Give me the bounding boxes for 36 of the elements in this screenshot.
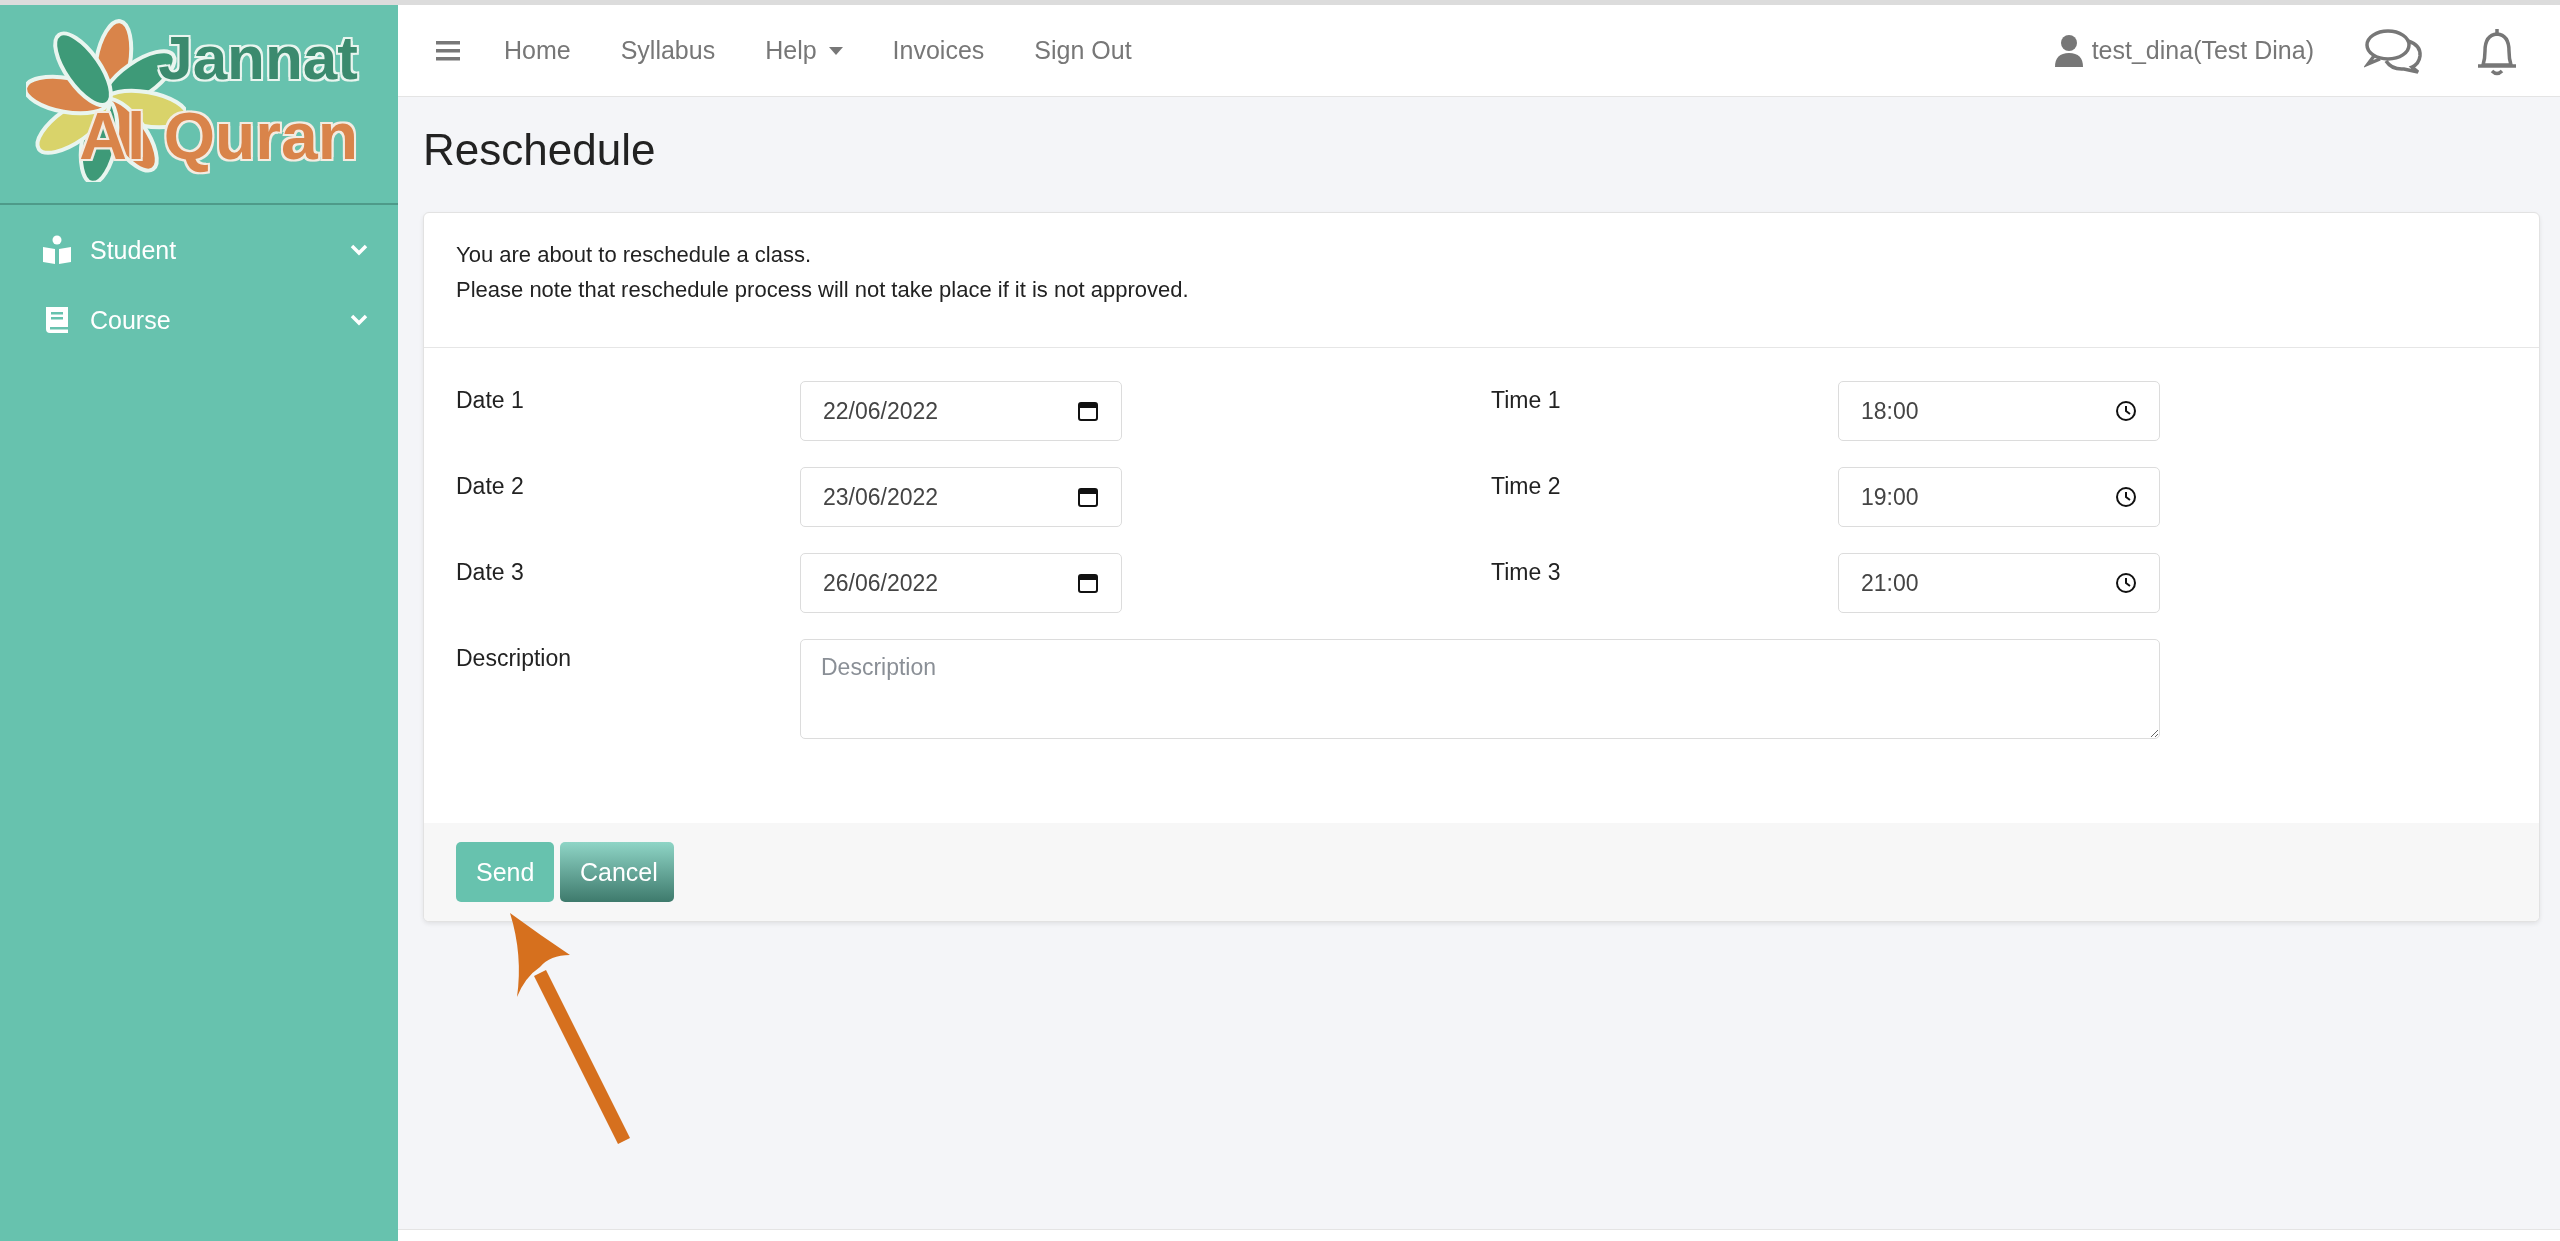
reader-icon — [42, 235, 72, 265]
chat-icon[interactable] — [2364, 27, 2424, 74]
field-label: Date 2 — [456, 472, 525, 501]
nav-link[interactable]: Invoices — [892, 36, 985, 65]
nav-link[interactable]: Syllabus — [620, 36, 716, 65]
clock-icon[interactable] — [2115, 400, 2137, 422]
menu-icon[interactable] — [436, 39, 460, 62]
date-field[interactable]: 22/06/2022 — [800, 381, 1122, 441]
description-field[interactable]: Description — [800, 639, 2160, 739]
notice-text: You are about to reschedule a class. — [456, 241, 813, 269]
date-field[interactable]: 26/06/2022 — [800, 553, 1122, 613]
logo-text: Jannat — [157, 22, 359, 94]
cancel-button[interactable]: Cancel — [560, 842, 674, 902]
field-label: Description — [456, 644, 573, 673]
time-field[interactable]: 18:00 — [1838, 381, 2160, 441]
field-label: Time 1 — [1491, 386, 1562, 415]
field-label: Date 3 — [456, 558, 525, 587]
calendar-icon[interactable] — [1077, 572, 1099, 594]
logo-text: Al Quran — [78, 98, 359, 177]
page-title: Reschedule — [423, 125, 657, 175]
time-field[interactable]: 21:00 — [1838, 553, 2160, 613]
field-label: Time 2 — [1491, 472, 1562, 501]
calendar-icon[interactable] — [1077, 486, 1099, 508]
user-name[interactable]: test_dina(Test Dina) — [2091, 36, 2314, 65]
nav-link[interactable]: Help — [765, 36, 843, 65]
user-icon — [2053, 33, 2084, 68]
field-label: Time 3 — [1491, 558, 1562, 587]
field-label: Date 1 — [456, 386, 525, 415]
date-field[interactable]: 23/06/2022 — [800, 467, 1122, 527]
time-field[interactable]: 19:00 — [1838, 467, 2160, 527]
nav-link[interactable]: Sign Out — [1034, 36, 1132, 65]
clock-icon[interactable] — [2115, 486, 2137, 508]
notice-text: Please note that reschedule process will not take place if it is not approved. — [456, 276, 1190, 304]
clock-icon[interactable] — [2115, 572, 2137, 594]
nav-link[interactable]: Home — [504, 36, 571, 65]
calendar-icon[interactable] — [1077, 400, 1099, 422]
